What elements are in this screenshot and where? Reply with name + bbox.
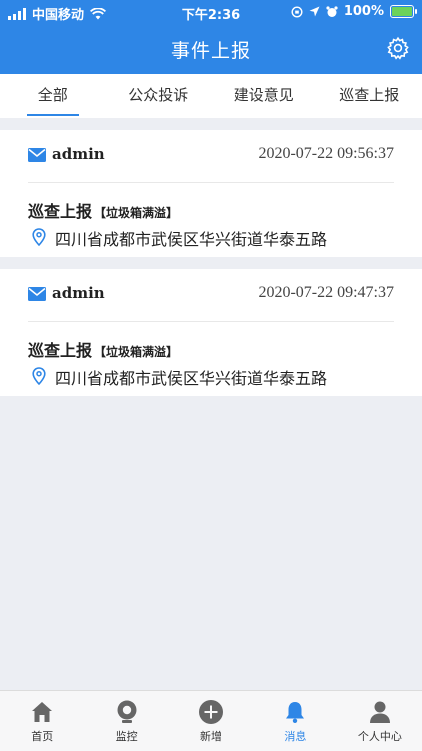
- event-card[interactable]: admin 2020-07-22 09:56:37 巡查上报【垃圾箱满溢】 四川…: [0, 130, 422, 257]
- location-pin-icon: [32, 228, 46, 246]
- tabbar-item-monitor[interactable]: 监控: [84, 691, 168, 751]
- add-icon: [198, 699, 224, 725]
- event-type: 巡查上报: [28, 202, 92, 221]
- event-time: 2020-07-22 09:47:37: [258, 284, 394, 302]
- mail-icon: [28, 287, 46, 301]
- alarm-icon: [326, 6, 338, 18]
- tabbar-item-add[interactable]: 新增: [169, 691, 253, 751]
- bottom-tab-bar: 首页 监控 新增 消息 个人中心: [0, 690, 422, 751]
- event-title: 巡查上报【垃圾箱满溢】: [28, 337, 178, 361]
- tabbar-item-home[interactable]: 首页: [0, 691, 84, 751]
- event-card-header: admin 2020-07-22 09:47:37: [28, 269, 394, 322]
- app-header: 中国移动 下午2:36 100% 事件上报: [0, 0, 422, 74]
- monitor-icon: [114, 699, 140, 725]
- gear-icon[interactable]: [386, 36, 410, 60]
- event-address: 四川省成都市武侯区华兴街道华泰五路: [55, 226, 327, 250]
- event-user: admin: [52, 145, 105, 163]
- event-tag: 【垃圾箱满溢】: [94, 345, 178, 359]
- tabbar-label: 新增: [169, 728, 253, 744]
- tab-construction-suggestions[interactable]: 建设意见: [211, 74, 317, 118]
- tabbar-label: 个人中心: [338, 728, 422, 744]
- tab-public-complaints[interactable]: 公众投诉: [106, 74, 212, 118]
- status-bar: 中国移动 下午2:36 100%: [0, 0, 422, 24]
- battery-icon: [390, 5, 414, 18]
- tabbar-label: 首页: [0, 728, 84, 744]
- tabbar-item-profile[interactable]: 个人中心: [338, 691, 422, 751]
- mail-icon: [28, 148, 46, 162]
- category-tabs: 全部 公众投诉 建设意见 巡查上报: [0, 74, 422, 118]
- bell-icon: [282, 699, 308, 725]
- event-card-header: admin 2020-07-22 09:56:37: [28, 130, 394, 183]
- rotation-lock-icon: [291, 6, 303, 18]
- event-type: 巡查上报: [28, 341, 92, 360]
- location-pin-icon: [32, 367, 46, 385]
- tabbar-item-messages[interactable]: 消息: [253, 691, 337, 751]
- event-card[interactable]: admin 2020-07-22 09:47:37 巡查上报【垃圾箱满溢】 四川…: [0, 269, 422, 396]
- event-address: 四川省成都市武侯区华兴街道华泰五路: [55, 365, 327, 389]
- tab-all[interactable]: 全部: [0, 74, 106, 118]
- page-title: 事件上报: [0, 36, 422, 63]
- tabbar-label: 消息: [253, 728, 337, 744]
- tab-inspection-reports[interactable]: 巡查上报: [317, 74, 422, 118]
- location-icon: [309, 6, 320, 17]
- event-title: 巡查上报【垃圾箱满溢】: [28, 198, 178, 222]
- tabbar-label: 监控: [84, 728, 168, 744]
- event-tag: 【垃圾箱满溢】: [94, 206, 178, 220]
- event-time: 2020-07-22 09:56:37: [258, 145, 394, 163]
- battery-percent: 100%: [344, 4, 384, 19]
- user-icon: [367, 699, 393, 725]
- event-user: admin: [52, 284, 105, 302]
- home-icon: [29, 699, 55, 725]
